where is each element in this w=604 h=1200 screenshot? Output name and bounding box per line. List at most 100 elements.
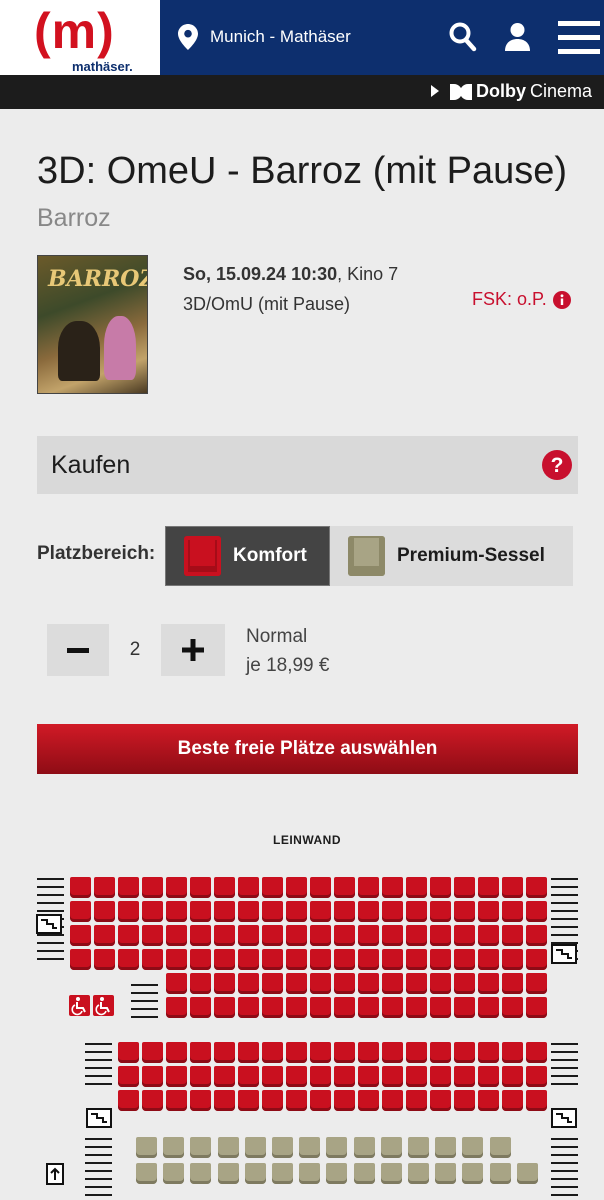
seat-komfort[interactable] (502, 877, 523, 898)
seat-komfort[interactable] (286, 949, 307, 970)
seat-komfort[interactable] (382, 949, 403, 970)
wheelchair-seat-icon[interactable] (93, 995, 114, 1021)
seat-komfort[interactable] (190, 1066, 211, 1087)
seat-komfort[interactable] (334, 877, 355, 898)
seat-komfort[interactable] (430, 949, 451, 970)
seat-komfort[interactable] (310, 877, 331, 898)
seat-komfort[interactable] (382, 1090, 403, 1111)
seat-komfort[interactable] (406, 1042, 427, 1063)
seat-premium[interactable] (489, 1163, 511, 1184)
seat-komfort[interactable] (286, 877, 307, 898)
seat-premium[interactable] (489, 1137, 511, 1158)
seat-komfort[interactable] (286, 925, 307, 946)
seat-komfort[interactable] (358, 877, 379, 898)
seat-komfort[interactable] (526, 877, 547, 898)
seat-komfort[interactable] (142, 1042, 163, 1063)
seat-komfort[interactable] (406, 901, 427, 922)
seat-komfort[interactable] (286, 1042, 307, 1063)
seat-komfort[interactable] (70, 949, 91, 970)
seat-komfort[interactable] (430, 1090, 451, 1111)
seat-komfort[interactable] (190, 925, 211, 946)
seat-premium[interactable] (190, 1163, 212, 1184)
seat-premium[interactable] (299, 1163, 321, 1184)
seat-komfort[interactable] (214, 997, 235, 1018)
seat-komfort[interactable] (70, 877, 91, 898)
best-seats-button[interactable]: Beste freie Plätze auswählen (37, 724, 578, 774)
seat-komfort[interactable] (526, 925, 547, 946)
seat-komfort[interactable] (166, 949, 187, 970)
seat-komfort[interactable] (166, 1090, 187, 1111)
seat-komfort[interactable] (166, 901, 187, 922)
seat-komfort[interactable] (238, 1066, 259, 1087)
seat-komfort[interactable] (142, 901, 163, 922)
seat-komfort[interactable] (502, 1066, 523, 1087)
search-icon[interactable] (449, 22, 477, 52)
seat-komfort[interactable] (502, 1090, 523, 1111)
increase-quantity-button[interactable] (161, 624, 225, 676)
seat-komfort[interactable] (190, 973, 211, 994)
seat-komfort[interactable] (478, 925, 499, 946)
seat-komfort[interactable] (502, 1042, 523, 1063)
seat-komfort[interactable] (262, 877, 283, 898)
seat-komfort[interactable] (238, 1042, 259, 1063)
seat-komfort[interactable] (454, 1066, 475, 1087)
seat-komfort[interactable] (454, 1090, 475, 1111)
seat-komfort[interactable] (238, 997, 259, 1018)
seat-komfort[interactable] (526, 1090, 547, 1111)
wheelchair-seat-icon[interactable] (69, 995, 90, 1021)
seat-komfort[interactable] (214, 973, 235, 994)
seat-komfort[interactable] (502, 925, 523, 946)
seat-premium[interactable] (380, 1137, 402, 1158)
seat-komfort[interactable] (358, 925, 379, 946)
seat-komfort[interactable] (166, 877, 187, 898)
seat-komfort[interactable] (166, 925, 187, 946)
seat-komfort[interactable] (166, 997, 187, 1018)
seat-komfort[interactable] (502, 901, 523, 922)
seat-komfort[interactable] (334, 973, 355, 994)
seat-komfort[interactable] (358, 1042, 379, 1063)
dolby-cinema-bar[interactable]: Dolby Cinema (0, 75, 604, 109)
seat-komfort[interactable] (238, 1090, 259, 1111)
seat-komfort[interactable] (382, 997, 403, 1018)
seat-komfort[interactable] (310, 949, 331, 970)
seat-premium[interactable] (136, 1163, 157, 1184)
seat-komfort[interactable] (406, 1090, 427, 1111)
seat-komfort[interactable] (70, 901, 91, 922)
seat-komfort[interactable] (142, 925, 163, 946)
seat-komfort[interactable] (286, 1090, 307, 1111)
seat-komfort[interactable] (190, 877, 211, 898)
seat-komfort[interactable] (406, 1066, 427, 1087)
menu-hamburger-icon[interactable] (558, 21, 600, 55)
seat-komfort[interactable] (358, 949, 379, 970)
info-icon[interactable] (552, 290, 571, 309)
seat-komfort[interactable] (334, 1066, 355, 1087)
seat-komfort[interactable] (262, 1090, 283, 1111)
seat-komfort[interactable] (238, 877, 259, 898)
seat-komfort[interactable] (214, 1090, 235, 1111)
seat-komfort[interactable] (430, 1066, 451, 1087)
seat-komfort[interactable] (478, 877, 499, 898)
seat-premium[interactable] (380, 1163, 402, 1184)
seat-komfort[interactable] (382, 1066, 403, 1087)
seat-komfort[interactable] (430, 997, 451, 1018)
seat-komfort[interactable] (166, 1042, 187, 1063)
seat-komfort[interactable] (478, 949, 499, 970)
seat-premium[interactable] (326, 1137, 348, 1158)
seat-komfort[interactable] (118, 1042, 139, 1063)
seat-komfort[interactable] (406, 997, 427, 1018)
seat-komfort[interactable] (118, 949, 139, 970)
seat-komfort[interactable] (358, 997, 379, 1018)
seat-premium[interactable] (136, 1137, 157, 1158)
seat-komfort[interactable] (334, 997, 355, 1018)
seat-komfort[interactable] (286, 1066, 307, 1087)
seat-komfort[interactable] (382, 877, 403, 898)
seat-komfort[interactable] (526, 1042, 547, 1063)
seat-komfort[interactable] (70, 925, 91, 946)
seat-komfort[interactable] (358, 901, 379, 922)
seat-komfort[interactable] (238, 925, 259, 946)
seat-premium[interactable] (163, 1137, 185, 1158)
cinema-location-selector[interactable]: Munich - Mathäser (178, 24, 351, 50)
decrease-quantity-button[interactable] (47, 624, 109, 676)
seat-komfort[interactable] (286, 901, 307, 922)
mathaeser-logo[interactable]: (m) mathäser. (0, 0, 160, 75)
